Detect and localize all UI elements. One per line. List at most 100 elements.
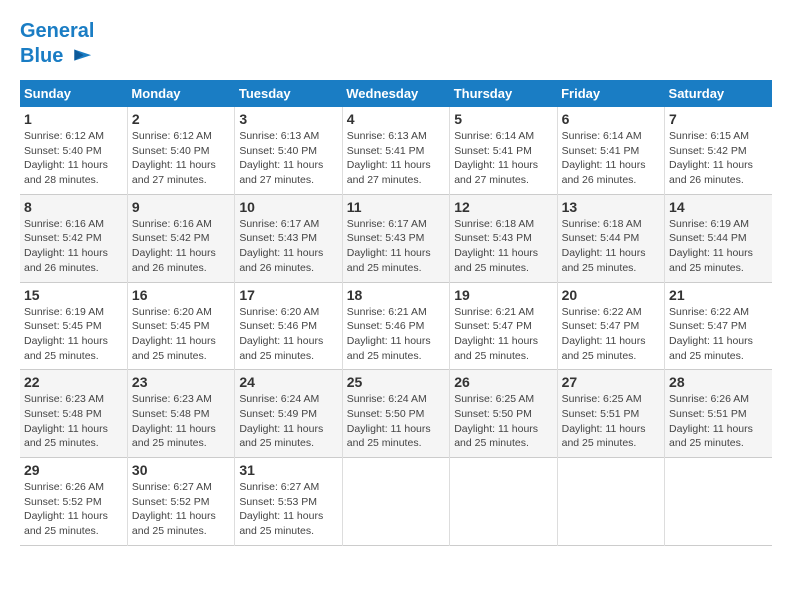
day-info: Sunrise: 6:18 AMSunset: 5:44 PMDaylight:… [562, 217, 660, 276]
day-number: 14 [669, 199, 768, 215]
calendar-cell: 13 Sunrise: 6:18 AMSunset: 5:44 PMDayligh… [557, 194, 664, 282]
weekday-header-saturday: Saturday [665, 80, 772, 107]
calendar-cell: 7Sunrise: 6:15 AMSunset: 5:42 PMDaylight… [665, 107, 772, 194]
day-info: Sunrise: 6:24 AMSunset: 5:49 PMDaylight:… [239, 392, 337, 451]
day-number: 6 [562, 111, 660, 127]
day-info: Sunrise: 6:27 AMSunset: 5:52 PMDaylight:… [132, 480, 230, 539]
day-number: 23 [132, 374, 230, 390]
day-number: 15 [24, 287, 123, 303]
calendar-cell: 17 Sunrise: 6:20 AMSunset: 5:46 PMDayligh… [235, 282, 342, 370]
weekday-header-row: SundayMondayTuesdayWednesdayThursdayFrid… [20, 80, 772, 107]
day-number: 13 [562, 199, 660, 215]
weekday-header-wednesday: Wednesday [342, 80, 449, 107]
day-number: 3 [239, 111, 337, 127]
day-number: 11 [347, 199, 445, 215]
calendar-week-1: 1 Sunrise: 6:12 AMSunset: 5:40 PMDaylight… [20, 107, 772, 194]
day-info: Sunrise: 6:23 AMSunset: 5:48 PMDaylight:… [132, 392, 230, 451]
day-number: 29 [24, 462, 123, 478]
day-info: Sunrise: 6:20 AMSunset: 5:45 PMDaylight:… [132, 305, 230, 364]
calendar-cell: 4 Sunrise: 6:13 AMSunset: 5:41 PMDaylight… [342, 107, 449, 194]
day-info: Sunrise: 6:13 AMSunset: 5:41 PMDaylight:… [347, 129, 445, 188]
day-info: Sunrise: 6:12 AMSunset: 5:40 PMDaylight:… [132, 129, 230, 188]
day-info: Sunrise: 6:14 AMSunset: 5:41 PMDaylight:… [562, 129, 660, 188]
calendar-cell: 31Sunrise: 6:27 AMSunset: 5:53 PMDayligh… [235, 458, 342, 546]
day-number: 1 [24, 111, 123, 127]
calendar-cell: 14 Sunrise: 6:19 AMSunset: 5:44 PMDayligh… [665, 194, 772, 282]
day-number: 4 [347, 111, 445, 127]
day-info: Sunrise: 6:22 AMSunset: 5:47 PMDaylight:… [562, 305, 660, 364]
day-info: Sunrise: 6:20 AMSunset: 5:46 PMDaylight:… [239, 305, 337, 364]
weekday-header-monday: Monday [127, 80, 234, 107]
day-number: 5 [454, 111, 552, 127]
logo-subtext: Blue [20, 45, 63, 67]
logo-icon [65, 42, 93, 70]
calendar-cell: 2Sunrise: 6:12 AMSunset: 5:40 PMDaylight… [127, 107, 234, 194]
day-info: Sunrise: 6:15 AMSunset: 5:42 PMDaylight:… [669, 129, 768, 188]
day-info: Sunrise: 6:19 AMSunset: 5:45 PMDaylight:… [24, 305, 123, 364]
calendar-cell: 9 Sunrise: 6:16 AMSunset: 5:42 PMDaylight… [127, 194, 234, 282]
day-number: 22 [24, 374, 123, 390]
day-number: 12 [454, 199, 552, 215]
day-info: Sunrise: 6:26 AMSunset: 5:52 PMDaylight:… [24, 480, 123, 539]
day-number: 27 [562, 374, 660, 390]
calendar-week-3: 15 Sunrise: 6:19 AMSunset: 5:45 PMDayligh… [20, 282, 772, 370]
day-info: Sunrise: 6:26 AMSunset: 5:51 PMDaylight:… [669, 392, 768, 451]
calendar-cell [450, 458, 557, 546]
calendar-cell: 15 Sunrise: 6:19 AMSunset: 5:45 PMDayligh… [20, 282, 127, 370]
day-info: Sunrise: 6:21 AMSunset: 5:47 PMDaylight:… [454, 305, 552, 364]
calendar-cell: 24Sunrise: 6:24 AMSunset: 5:49 PMDayligh… [235, 370, 342, 458]
day-info: Sunrise: 6:13 AMSunset: 5:40 PMDaylight:… [239, 129, 337, 188]
day-info: Sunrise: 6:14 AMSunset: 5:41 PMDaylight:… [454, 129, 552, 188]
calendar-cell: 22 Sunrise: 6:23 AMSunset: 5:48 PMDayligh… [20, 370, 127, 458]
calendar-cell: 1 Sunrise: 6:12 AMSunset: 5:40 PMDaylight… [20, 107, 127, 194]
day-number: 9 [132, 199, 230, 215]
calendar-cell [342, 458, 449, 546]
calendar-cell: 26Sunrise: 6:25 AMSunset: 5:50 PMDayligh… [450, 370, 557, 458]
day-info: Sunrise: 6:23 AMSunset: 5:48 PMDaylight:… [24, 392, 123, 451]
calendar-cell: 27Sunrise: 6:25 AMSunset: 5:51 PMDayligh… [557, 370, 664, 458]
calendar-cell: 30Sunrise: 6:27 AMSunset: 5:52 PMDayligh… [127, 458, 234, 546]
day-info: Sunrise: 6:24 AMSunset: 5:50 PMDaylight:… [347, 392, 445, 451]
calendar-cell: 20 Sunrise: 6:22 AMSunset: 5:47 PMDayligh… [557, 282, 664, 370]
day-number: 25 [347, 374, 445, 390]
calendar-cell: 8 Sunrise: 6:16 AMSunset: 5:42 PMDaylight… [20, 194, 127, 282]
calendar-week-4: 22 Sunrise: 6:23 AMSunset: 5:48 PMDayligh… [20, 370, 772, 458]
calendar-cell: 28 Sunrise: 6:26 AMSunset: 5:51 PMDayligh… [665, 370, 772, 458]
day-info: Sunrise: 6:25 AMSunset: 5:50 PMDaylight:… [454, 392, 552, 451]
day-number: 10 [239, 199, 337, 215]
calendar-cell: 19 Sunrise: 6:21 AMSunset: 5:47 PMDayligh… [450, 282, 557, 370]
calendar-cell: 12 Sunrise: 6:18 AMSunset: 5:43 PMDayligh… [450, 194, 557, 282]
day-number: 21 [669, 287, 768, 303]
calendar-cell: 21 Sunrise: 6:22 AMSunset: 5:47 PMDayligh… [665, 282, 772, 370]
day-info: Sunrise: 6:19 AMSunset: 5:44 PMDaylight:… [669, 217, 768, 276]
day-number: 19 [454, 287, 552, 303]
day-info: Sunrise: 6:22 AMSunset: 5:47 PMDaylight:… [669, 305, 768, 364]
page-header: General Blue [20, 20, 772, 70]
weekday-header-sunday: Sunday [20, 80, 127, 107]
day-number: 8 [24, 199, 123, 215]
calendar-cell [557, 458, 664, 546]
calendar-cell: 3 Sunrise: 6:13 AMSunset: 5:40 PMDaylight… [235, 107, 342, 194]
day-info: Sunrise: 6:12 AMSunset: 5:40 PMDaylight:… [24, 129, 123, 188]
calendar-cell: 10Sunrise: 6:17 AMSunset: 5:43 PMDayligh… [235, 194, 342, 282]
logo-text: General [20, 20, 94, 42]
day-info: Sunrise: 6:27 AMSunset: 5:53 PMDaylight:… [239, 480, 337, 539]
day-number: 17 [239, 287, 337, 303]
day-number: 16 [132, 287, 230, 303]
calendar-cell: 25 Sunrise: 6:24 AMSunset: 5:50 PMDayligh… [342, 370, 449, 458]
calendar-cell: 11Sunrise: 6:17 AMSunset: 5:43 PMDayligh… [342, 194, 449, 282]
logo: General Blue [20, 20, 94, 70]
weekday-header-thursday: Thursday [450, 80, 557, 107]
calendar-cell: 29 Sunrise: 6:26 AMSunset: 5:52 PMDayligh… [20, 458, 127, 546]
calendar-table: SundayMondayTuesdayWednesdayThursdayFrid… [20, 80, 772, 546]
calendar-cell [665, 458, 772, 546]
day-info: Sunrise: 6:16 AMSunset: 5:42 PMDaylight:… [132, 217, 230, 276]
day-info: Sunrise: 6:16 AMSunset: 5:42 PMDaylight:… [24, 217, 123, 276]
day-number: 28 [669, 374, 768, 390]
weekday-header-tuesday: Tuesday [235, 80, 342, 107]
calendar-cell: 16 Sunrise: 6:20 AMSunset: 5:45 PMDayligh… [127, 282, 234, 370]
day-info: Sunrise: 6:18 AMSunset: 5:43 PMDaylight:… [454, 217, 552, 276]
calendar-cell: 23 Sunrise: 6:23 AMSunset: 5:48 PMDayligh… [127, 370, 234, 458]
day-number: 20 [562, 287, 660, 303]
day-info: Sunrise: 6:21 AMSunset: 5:46 PMDaylight:… [347, 305, 445, 364]
